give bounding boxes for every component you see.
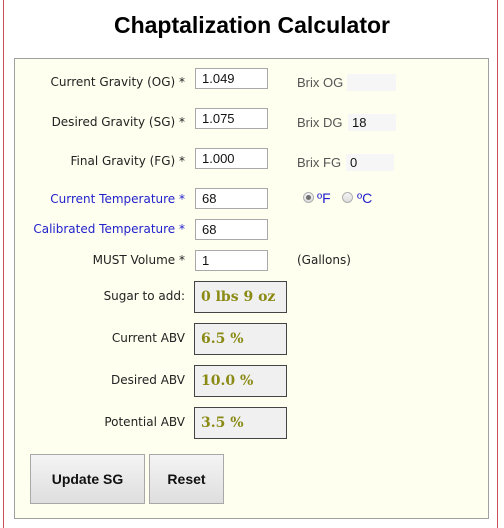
calibrated-temp-input[interactable]: 68 [195, 219, 268, 240]
page-title: Chaptalization Calculator [113, 12, 391, 38]
og-input[interactable]: 1.049 [195, 68, 268, 89]
sugar-label: Sugar to add: [103, 289, 185, 303]
fahrenheit-radio[interactable] [303, 192, 314, 203]
desired-abv-label: Desired ABV [111, 373, 185, 387]
calibrated-temp-label: Calibrated Temperature * [33, 222, 185, 236]
volume-label: MUST Volume * [92, 253, 185, 267]
celsius-radio[interactable] [342, 192, 353, 203]
brix-dg-label: Brix DG [297, 115, 343, 130]
brix-fg-field: 0 [346, 154, 394, 171]
current-abv-label: Current ABV [111, 331, 185, 345]
brix-dg-field: 18 [348, 114, 396, 131]
current-temp-label: Current Temperature * [50, 192, 185, 206]
celsius-label[interactable]: ºC [357, 190, 372, 206]
fg-label: Final Gravity (FG) * [70, 154, 186, 168]
fahrenheit-label[interactable]: ºF [317, 190, 331, 206]
desired-abv-result: 10.0 % [194, 365, 287, 397]
brix-og-field [347, 74, 396, 91]
brix-og-label: Brix OG [297, 75, 344, 90]
reset-button[interactable]: Reset [149, 454, 224, 504]
og-label: Current Gravity (OG) * [50, 75, 185, 89]
potential-abv-result: 3.5 % [194, 407, 287, 439]
sg-label: Desired Gravity (SG) * [51, 115, 185, 129]
fg-input[interactable]: 1.000 [195, 148, 268, 169]
potential-abv-label: Potential ABV [104, 415, 185, 429]
sugar-result: 0 lbs 9 oz [194, 281, 287, 313]
current-abv-result: 6.5 % [194, 323, 287, 355]
current-temp-input[interactable]: 68 [195, 188, 268, 209]
brix-fg-label: Brix FG [297, 155, 342, 170]
sg-input[interactable]: 1.075 [195, 108, 268, 129]
update-sg-button[interactable]: Update SG [30, 454, 145, 504]
volume-unit-label: (Gallons) [297, 253, 351, 267]
volume-input[interactable]: 1 [195, 250, 268, 271]
